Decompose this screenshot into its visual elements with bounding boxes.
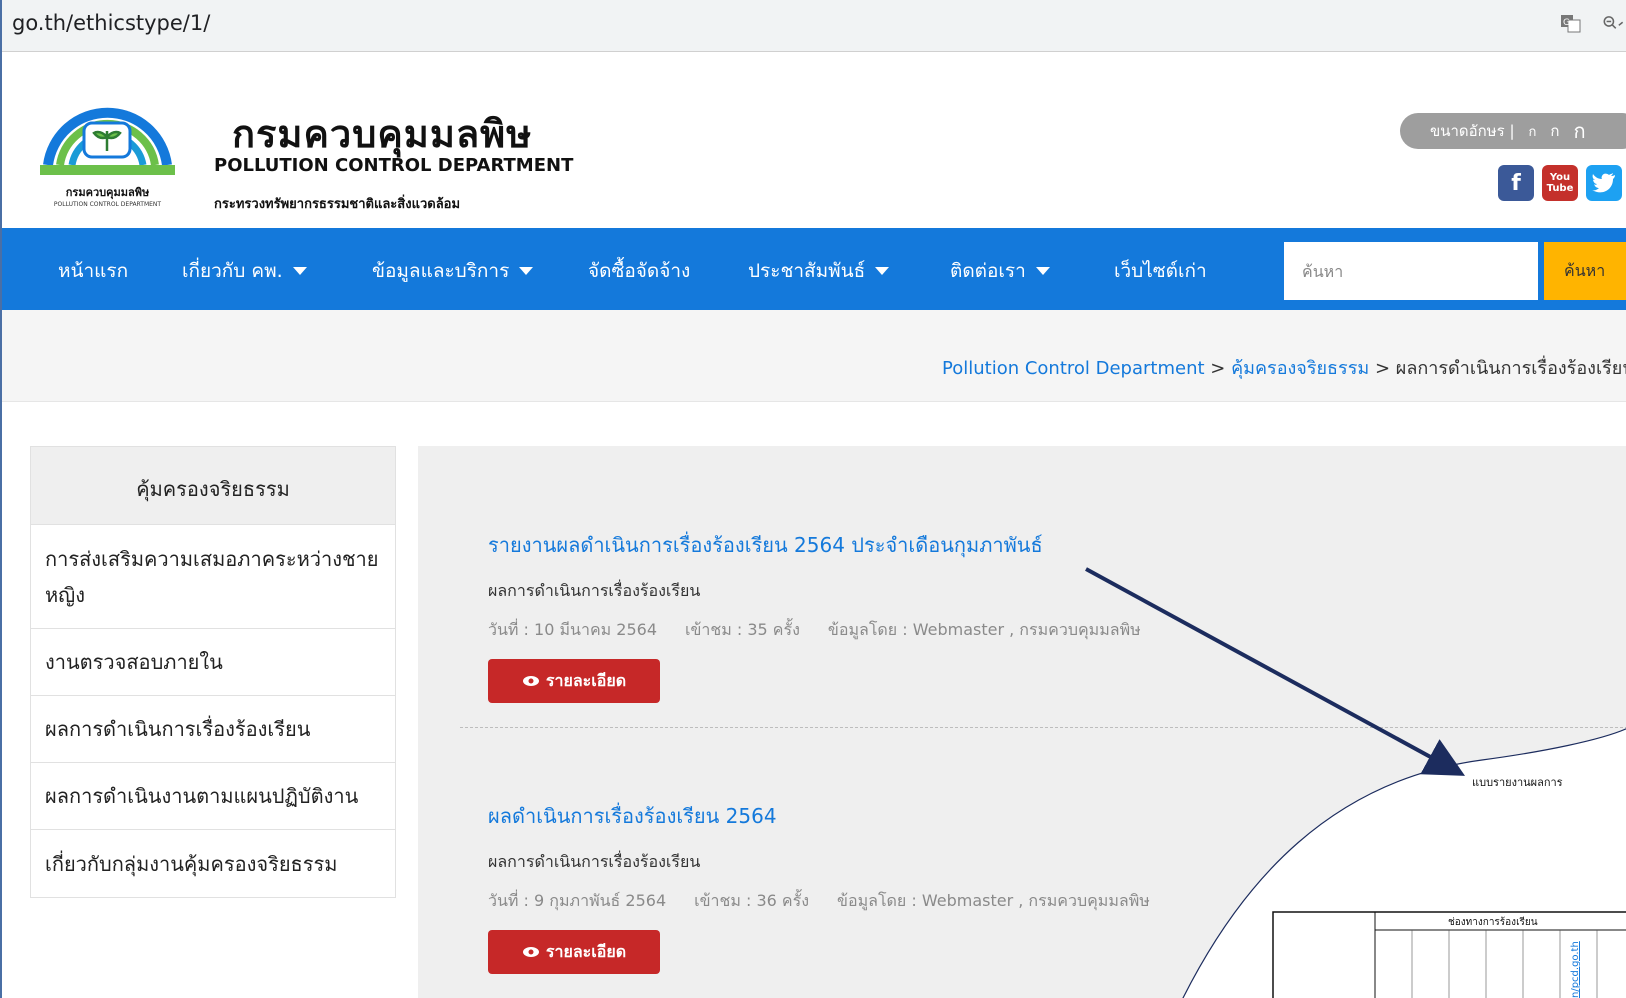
post-divider <box>460 727 1626 728</box>
facebook-icon[interactable]: f <box>1498 165 1534 201</box>
sidebar-item-complaint-results[interactable]: ผลการดำเนินการเรื่องร้องเรียน <box>31 696 395 763</box>
svg-text:G: G <box>1563 18 1570 28</box>
address-bar[interactable]: go.th/ethicstype/1/ G <box>2 0 1626 52</box>
nav-about[interactable]: เกี่ยวกับ คพ. <box>182 256 307 286</box>
eye-icon <box>522 676 539 686</box>
font-size-medium[interactable]: ก <box>1550 119 1559 143</box>
sidebar-item-internal-audit[interactable]: งานตรวจสอบภายใน <box>31 629 395 696</box>
breadcrumb: Pollution Control Department > คุ้มครองจ… <box>942 353 1626 382</box>
nav-procurement-label: จัดซื้อจัดจ้าง <box>588 260 691 282</box>
main-nav: หน้าแรก เกี่ยวกับ คพ. ข้อมูลและบริการ จั… <box>2 228 1626 310</box>
detail-button[interactable]: รายละเอียด <box>488 659 660 703</box>
youtube-you: You <box>1549 172 1571 183</box>
post-category: ผลการดำเนินการเรื่องร้องเรียน <box>488 581 701 600</box>
list-item: รายงานผลดำเนินการเรื่องร้องเรียน 2564 ปร… <box>488 529 1169 703</box>
logo-caption-en: POLLUTION CONTROL DEPARTMENT <box>53 201 162 208</box>
post-category: ผลการดำเนินการเรื่องร้องเรียน <box>488 852 701 871</box>
sidebar-item-about-group[interactable]: เกี่ยวกับกลุ่มงานคุ้มครองจริยธรรม <box>31 830 395 897</box>
post-author: ข้อมูลโดย : Webmaster , กรมควบคุมมลพิษ <box>837 891 1150 910</box>
url-text[interactable]: go.th/ethicstype/1/ <box>12 11 210 35</box>
post-date: วันที่ : 10 มีนาคม 2564 <box>488 620 657 639</box>
logo-caption-th: กรมควบคุมมลพิษ <box>65 186 150 199</box>
post-author: ข้อมูลโดย : Webmaster , กรมควบคุมมลพิษ <box>827 620 1141 639</box>
breadcrumb-sep: > <box>1369 358 1396 379</box>
post-date: วันที่ : 9 กุมภาพันธ์ 2564 <box>488 891 667 910</box>
post-list: รายงานผลดำเนินการเรื่องร้องเรียน 2564 ปร… <box>418 446 1626 998</box>
search-button[interactable]: ค้นหา <box>1544 242 1626 300</box>
org-name-en: POLLUTION CONTROL DEPARTMENT <box>214 155 574 176</box>
post-views: เข้าชม : 35 ครั้ง <box>685 620 800 639</box>
twitter-icon[interactable] <box>1586 165 1622 201</box>
nav-pr[interactable]: ประชาสัมพันธ์ <box>748 256 890 286</box>
sidebar-item-action-plan[interactable]: ผลการดำเนินงานตามแผนปฏิบัติงาน <box>31 763 395 830</box>
site-header: กรมควบคุมมลพิษ POLLUTION CONTROL DEPARTM… <box>2 53 1626 228</box>
ministry-name: กระทรวงทรัพยากรธรรมชาติและสิ่งแวดล้อม <box>214 197 461 212</box>
post-meta: วันที่ : 9 กุมภาพันธ์ 2564 เข้าชม : 36 คร… <box>488 889 1178 914</box>
chevron-down-icon <box>519 267 534 275</box>
post-views: เข้าชม : 36 ครั้ง <box>694 891 810 910</box>
sidebar-item-gender-equality[interactable]: การส่งเสริมความเสมอภาคระหว่างชายหญิง <box>31 525 395 629</box>
breadcrumb-home[interactable]: Pollution Control Department <box>942 358 1205 379</box>
nav-old-site-label: เว็บไซต์เก่า <box>1114 260 1207 282</box>
font-size-large[interactable]: ก <box>1574 115 1586 147</box>
chevron-down-icon <box>875 267 890 275</box>
breadcrumb-sep: > <box>1204 358 1232 379</box>
breadcrumb-parent[interactable]: คุ้มครองจริยธรรม <box>1231 358 1369 379</box>
nav-old-site[interactable]: เว็บไซต์เก่า <box>1114 256 1207 286</box>
post-title[interactable]: รายงานผลดำเนินการเรื่องร้องเรียน 2564 ปร… <box>488 529 1169 561</box>
nav-procurement[interactable]: จัดซื้อจัดจ้าง <box>588 256 690 286</box>
social-links: f You Tube <box>1498 165 1622 201</box>
sidebar: คุ้มครองจริยธรรม การส่งเสริมความเสมอภาคร… <box>30 446 396 898</box>
youtube-tube: Tube <box>1546 183 1574 194</box>
font-size-label: ขนาดอักษร | <box>1430 122 1515 140</box>
post-meta: วันที่ : 10 มีนาคม 2564 เข้าชม : 35 ครั้ง… <box>488 618 1169 643</box>
search-input[interactable] <box>1284 242 1538 300</box>
detail-button-label: รายละเอียด <box>545 941 627 961</box>
pcd-logo[interactable]: กรมควบคุมมลพิษ POLLUTION CONTROL DEPARTM… <box>30 65 185 215</box>
chevron-down-icon <box>292 267 307 275</box>
browser-window: go.th/ethicstype/1/ G กรมควบคุมมลพิษ POL… <box>0 0 1626 998</box>
youtube-icon[interactable]: You Tube <box>1542 165 1578 201</box>
font-size-switcher: ขนาดอักษร | ก ก ก <box>1400 113 1626 149</box>
detail-button-label: รายละเอียด <box>545 670 627 690</box>
chevron-down-icon <box>1035 267 1050 275</box>
zoom-icon[interactable] <box>1602 10 1626 36</box>
nav-contact[interactable]: ติดต่อเรา <box>950 256 1050 286</box>
detail-button[interactable]: รายละเอียด <box>488 930 660 974</box>
nav-contact-label: ติดต่อเรา <box>950 260 1026 282</box>
eye-icon <box>522 947 539 957</box>
nav-services-label: ข้อมูลและบริการ <box>372 260 510 282</box>
address-bar-tools: G <box>1558 10 1626 36</box>
nav-pr-label: ประชาสัมพันธ์ <box>748 260 866 282</box>
font-size-small[interactable]: ก <box>1529 121 1537 142</box>
translate-icon[interactable]: G <box>1558 10 1584 36</box>
breadcrumb-band: Pollution Control Department > คุ้มครองจ… <box>2 310 1626 402</box>
nav-home-label: หน้าแรก <box>58 260 129 282</box>
nav-home[interactable]: หน้าแรก <box>58 256 128 286</box>
sidebar-title: คุ้มครองจริยธรรม <box>31 447 395 525</box>
logo-caption: กรมควบคุมมลพิษ POLLUTION CONTROL DEPARTM… <box>30 183 185 208</box>
nav-services[interactable]: ข้อมูลและบริการ <box>372 256 534 286</box>
post-title[interactable]: ผลดำเนินการเรื่องร้องเรียน 2564 <box>488 800 1178 832</box>
nav-about-label: เกี่ยวกับ คพ. <box>182 260 283 282</box>
list-item: ผลดำเนินการเรื่องร้องเรียน 2564 ผลการดำเ… <box>488 800 1178 974</box>
breadcrumb-current: ผลการดำเนินการเรื่องร้องเรียน <box>1395 358 1626 379</box>
